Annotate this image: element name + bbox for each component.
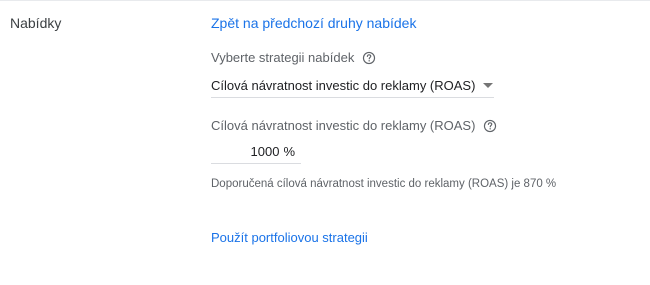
recommended-roas-text: Doporučená cílová návratnost investic do…: [211, 178, 557, 190]
help-icon[interactable]: [483, 119, 497, 133]
target-roas-label-text: Cílová návratnost investic do reklamy (R…: [211, 118, 476, 133]
help-icon[interactable]: [362, 51, 376, 65]
target-roas-input[interactable]: 1000 %: [211, 140, 301, 164]
bid-strategy-label-text: Vyberte strategii nabídek: [211, 50, 355, 65]
bid-strategy-select[interactable]: Cílová návratnost investic do reklamy (R…: [211, 74, 494, 98]
top-divider: [0, 0, 650, 1]
section-label: Nabídky: [10, 15, 62, 31]
use-portfolio-strategy-link[interactable]: Použít portfoliovou strategii: [211, 230, 368, 245]
target-roas-value: 1000: [250, 144, 280, 159]
target-roas-unit: %: [283, 144, 295, 159]
bid-strategy-label: Vyberte strategii nabídek: [211, 50, 376, 65]
back-to-previous-bid-types-link[interactable]: Zpět na předchozí druhy nabídek: [211, 15, 416, 31]
arrow-drop-down-icon: [483, 83, 494, 88]
target-roas-label: Cílová návratnost investic do reklamy (R…: [211, 118, 497, 133]
bid-strategy-selected-value: Cílová návratnost investic do reklamy (R…: [211, 78, 476, 93]
